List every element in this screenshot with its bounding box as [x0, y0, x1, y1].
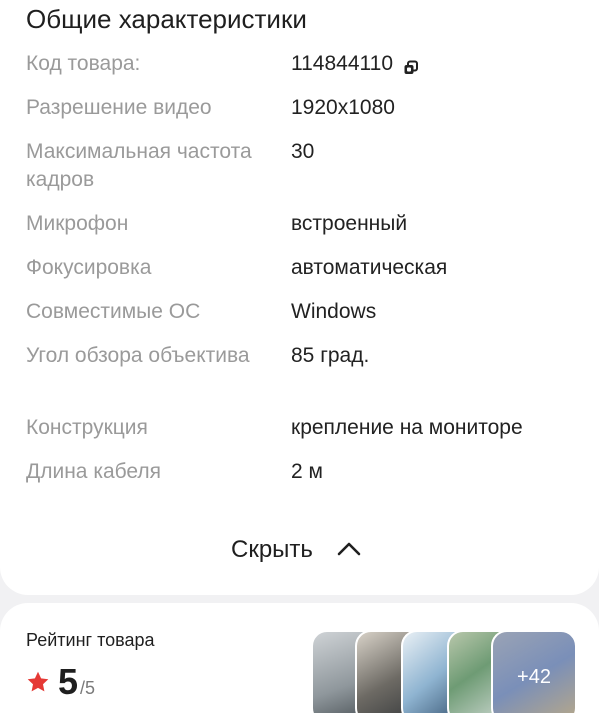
spec-value: 2 м: [291, 460, 323, 483]
spec-value: 1920x1080: [291, 96, 395, 119]
specifications-card: Общие характеристики Код товара: 1148441…: [0, 0, 599, 595]
spec-value: 85 град.: [291, 344, 370, 367]
chevron-up-icon: [337, 536, 361, 564]
more-photos-thumbnail[interactable]: +42: [491, 630, 577, 713]
spec-value: 30: [291, 140, 315, 163]
section-title: Общие характеристики: [26, 4, 307, 34]
spec-label: Микрофон: [26, 212, 129, 235]
spec-label: Максимальная частота кадров: [26, 140, 252, 191]
spec-label: Фокусировка: [26, 256, 152, 279]
rating-summary[interactable]: 5 /5: [26, 661, 95, 703]
copy-icon[interactable]: [403, 56, 419, 74]
rating-title: Рейтинг товара: [26, 630, 155, 650]
rating-max: /5: [80, 678, 96, 698]
rating-card: Рейтинг товара 5 /5 +42: [0, 603, 599, 713]
spec-value: 114844110: [291, 52, 393, 75]
spec-label: Разрешение видео: [26, 96, 212, 119]
spec-value: автоматическая: [291, 256, 448, 279]
spec-label: Код товара:: [26, 52, 141, 75]
hide-label: Скрыть: [231, 536, 313, 563]
spec-label: Совместимые ОС: [26, 300, 201, 323]
spec-value: встроенный: [291, 212, 408, 235]
spec-label: Длина кабеля: [26, 460, 162, 483]
spec-label: Угол обзора объектива: [26, 344, 250, 367]
rating-value: 5: [58, 661, 79, 702]
hide-specs-button[interactable]: Скрыть: [231, 536, 361, 564]
spec-value: крепление на мониторе: [291, 416, 523, 439]
more-photos-count: +42: [517, 665, 551, 688]
spec-value: Windows: [291, 300, 377, 323]
star-icon: [26, 670, 50, 699]
spec-label: Конструкция: [26, 416, 148, 439]
